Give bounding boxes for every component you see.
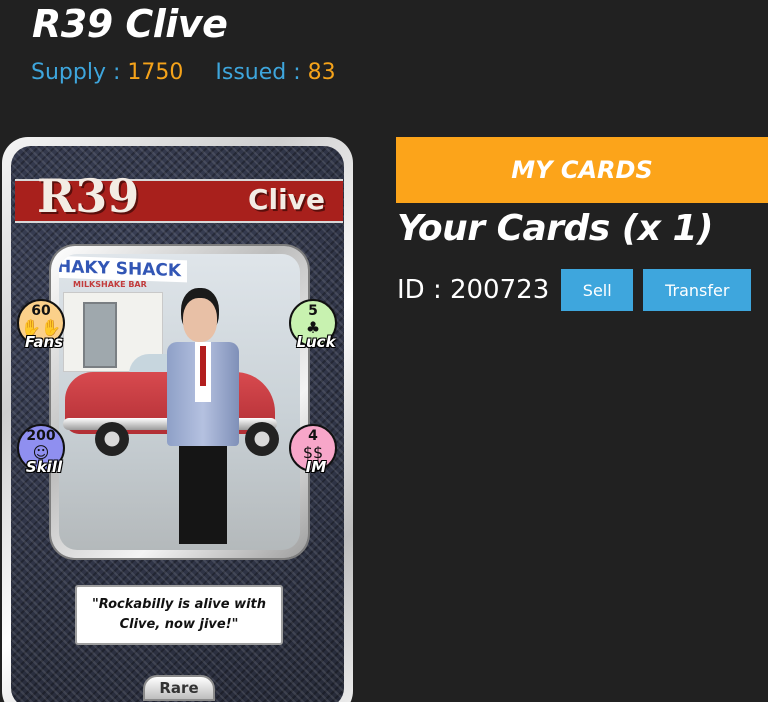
stat-fans: 60 ✋✋ Fans <box>17 299 65 351</box>
card-image: R39 Clive HAKY SHACK MILKSHAKE BAR 60 ✋✋… <box>2 137 353 702</box>
card-photo-frame: HAKY SHACK MILKSHAKE BAR <box>51 246 308 558</box>
stat-skill: 200 ☺ Skill <box>17 424 65 476</box>
transfer-button[interactable]: Transfer <box>643 269 752 311</box>
stat-im: 4 $$ IM <box>289 424 337 476</box>
shop-subsign: MILKSHAKE BAR <box>73 280 147 289</box>
stat-fans-value: 60 <box>31 303 51 319</box>
card-name: Clive <box>248 183 325 216</box>
car-wheel <box>95 422 129 456</box>
issued-label: Issued : <box>215 60 301 85</box>
shop-sign: HAKY SHACK <box>59 255 188 283</box>
person-tie <box>200 346 206 386</box>
card-meta: Supply : 1750 Issued : 83 <box>31 60 336 85</box>
stat-luck-value: 5 <box>308 303 318 319</box>
card-face: R39 Clive HAKY SHACK MILKSHAKE BAR 60 ✋✋… <box>11 146 344 702</box>
person-legs <box>179 444 227 544</box>
rarity-badge: Rare <box>143 675 215 701</box>
stat-im-label: IM <box>305 458 327 476</box>
supply-value: 1750 <box>127 60 184 85</box>
card-id: ID : 200723 <box>397 275 550 305</box>
owned-card-row: ID : 200723 Sell Transfer <box>397 268 752 312</box>
stat-skill-label: Skill <box>25 458 63 476</box>
card-code: R39 <box>37 169 140 223</box>
shop-door <box>83 302 117 368</box>
card-banner: R39 Clive <box>15 169 343 223</box>
stat-skill-value: 200 <box>26 428 56 444</box>
supply-label: Supply : <box>31 60 121 85</box>
stat-fans-label: Fans <box>24 333 64 351</box>
stat-luck: 5 ♣ Luck <box>289 299 337 351</box>
car-wheel <box>245 422 279 456</box>
stat-im-value: 4 <box>308 428 318 444</box>
sell-button[interactable]: Sell <box>561 269 634 311</box>
your-cards-heading: Your Cards (x 1) <box>397 208 713 249</box>
my-cards-button[interactable]: MY CARDS <box>396 137 768 203</box>
card-photo: HAKY SHACK MILKSHAKE BAR <box>59 254 300 550</box>
issued-value: 83 <box>307 60 336 85</box>
card-quote: "Rockabilly is alive with Clive, now jiv… <box>75 585 283 645</box>
person-head <box>183 298 217 342</box>
page-title: R39 Clive <box>32 2 228 46</box>
stat-luck-label: Luck <box>296 333 336 351</box>
